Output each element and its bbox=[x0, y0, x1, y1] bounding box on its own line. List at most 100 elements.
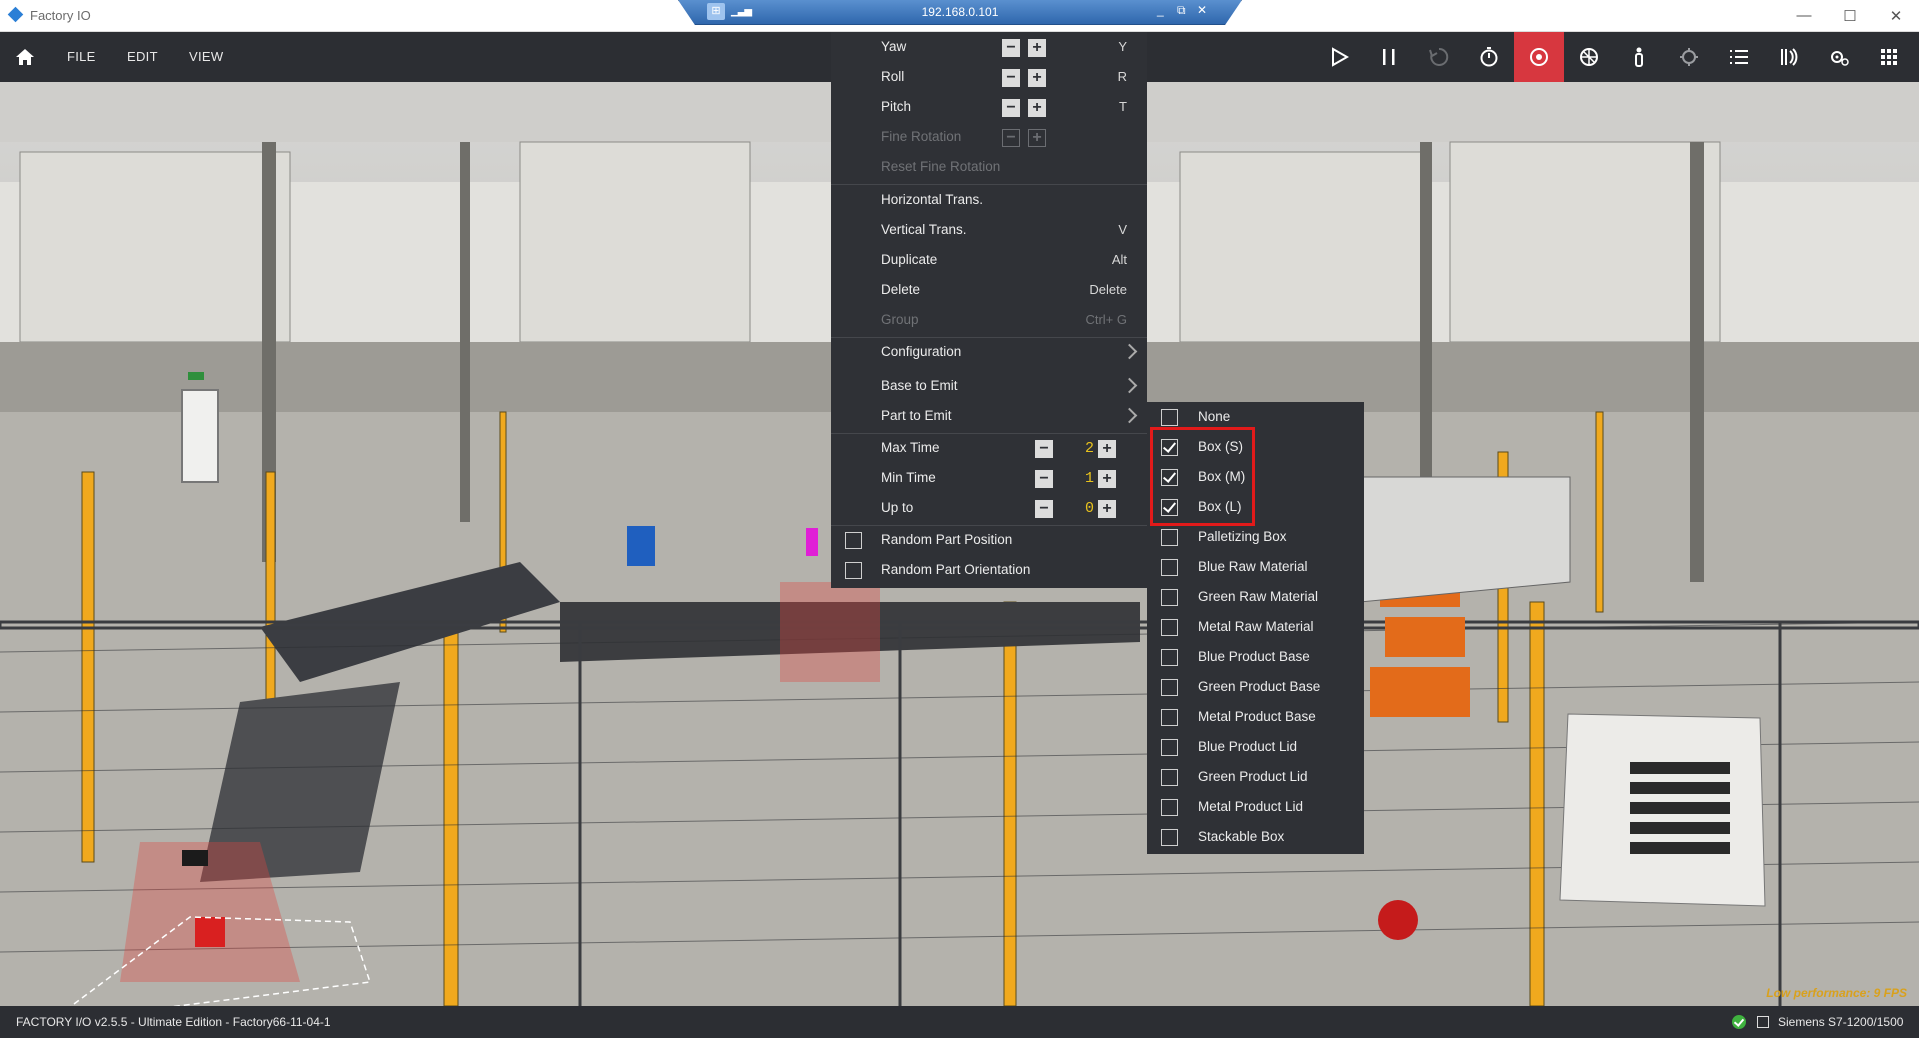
checkbox[interactable] bbox=[1161, 589, 1178, 606]
settings-button[interactable] bbox=[1814, 32, 1864, 82]
menu-base-to-emit[interactable]: Base to Emit bbox=[831, 371, 1147, 401]
window-title: Factory IO bbox=[30, 8, 91, 23]
menu-reset-fine-rotation-label: Reset Fine Rotation bbox=[881, 159, 1001, 174]
menu-horizontal-trans[interactable]: Horizontal Trans. bbox=[831, 185, 1147, 215]
remote-minimize-button[interactable]: _ bbox=[1157, 3, 1164, 17]
part-option-metal-raw-material[interactable]: Metal Raw Material bbox=[1147, 612, 1364, 642]
menu-duplicate-shortcut: Alt bbox=[1111, 252, 1127, 267]
part-option-metal-product-lid[interactable]: Metal Product Lid bbox=[1147, 792, 1364, 822]
play-button[interactable] bbox=[1314, 32, 1364, 82]
window-maximize-button[interactable]: ☐ bbox=[1827, 0, 1873, 31]
max-time-value[interactable]: 2 bbox=[1054, 440, 1098, 458]
reset-button[interactable] bbox=[1414, 32, 1464, 82]
menu-roll-shortcut: R bbox=[1117, 69, 1127, 84]
minus-icon[interactable]: − bbox=[1035, 440, 1053, 458]
part-option-label: Blue Product Lid bbox=[1198, 739, 1298, 754]
list-button[interactable] bbox=[1714, 32, 1764, 82]
first-person-button[interactable] bbox=[1614, 32, 1664, 82]
checkbox[interactable] bbox=[1161, 529, 1178, 546]
menu-duplicate[interactable]: Duplicate Alt bbox=[831, 245, 1147, 275]
part-option-metal-product-base[interactable]: Metal Product Base bbox=[1147, 702, 1364, 732]
checkbox[interactable] bbox=[1161, 799, 1178, 816]
checkbox[interactable] bbox=[1161, 619, 1178, 636]
fly-camera-button[interactable] bbox=[1564, 32, 1614, 82]
remote-session-bar[interactable]: ⊞ ▁▃▅ 192.168.0.101 _ ⧉ ✕ bbox=[678, 0, 1242, 25]
menu-random-part-position[interactable]: Random Part Position bbox=[831, 525, 1147, 555]
part-option-label: Palletizing Box bbox=[1198, 529, 1287, 544]
plc-driver-name[interactable]: Siemens S7-1200/1500 bbox=[1778, 1015, 1903, 1029]
part-option-blue-raw-material[interactable]: Blue Raw Material bbox=[1147, 552, 1364, 582]
checkbox[interactable] bbox=[1161, 679, 1178, 696]
checkbox[interactable] bbox=[1161, 559, 1178, 576]
pause-button[interactable] bbox=[1364, 32, 1414, 82]
menu-delete[interactable]: Delete Delete bbox=[831, 275, 1147, 305]
plus-icon[interactable]: + bbox=[1098, 470, 1116, 488]
part-option-green-raw-material[interactable]: Green Raw Material bbox=[1147, 582, 1364, 612]
part-option-blue-product-lid[interactable]: Blue Product Lid bbox=[1147, 732, 1364, 762]
plus-icon[interactable]: + bbox=[1028, 99, 1046, 117]
sensor-view-button[interactable] bbox=[1664, 32, 1714, 82]
reset-icon bbox=[1429, 47, 1449, 66]
menu-edit[interactable]: EDIT bbox=[127, 49, 158, 64]
plus-icon[interactable]: + bbox=[1098, 500, 1116, 518]
menu-vertical-trans-label: Vertical Trans. bbox=[881, 222, 967, 237]
camera-icon bbox=[1530, 48, 1548, 66]
remote-close-button[interactable]: ✕ bbox=[1197, 3, 1207, 17]
menu-max-time[interactable]: Max Time − 2 + bbox=[831, 433, 1147, 463]
checkbox[interactable] bbox=[1161, 649, 1178, 666]
checkbox[interactable] bbox=[1161, 709, 1178, 726]
minus-icon: − bbox=[1002, 129, 1020, 147]
checkbox[interactable] bbox=[1161, 409, 1178, 426]
random-part-orientation-checkbox[interactable] bbox=[845, 562, 862, 579]
minus-icon[interactable]: − bbox=[1035, 470, 1053, 488]
up-to-value[interactable]: 0 bbox=[1054, 500, 1098, 518]
menu-part-to-emit-label: Part to Emit bbox=[881, 408, 952, 423]
part-option-green-product-lid[interactable]: Green Product Lid bbox=[1147, 762, 1364, 792]
menu-min-time[interactable]: Min Time − 1 + bbox=[831, 463, 1147, 493]
part-option-palletizing-box[interactable]: Palletizing Box bbox=[1147, 522, 1364, 552]
plus-icon: + bbox=[1028, 129, 1046, 147]
part-option-label: Green Product Base bbox=[1198, 679, 1321, 694]
minus-icon[interactable]: − bbox=[1035, 500, 1053, 518]
remote-restore-button[interactable]: ⧉ bbox=[1177, 3, 1186, 18]
menu-pitch[interactable]: Pitch − + T bbox=[831, 92, 1147, 122]
part-option-green-product-base[interactable]: Green Product Base bbox=[1147, 672, 1364, 702]
minus-icon[interactable]: − bbox=[1002, 39, 1020, 57]
menu-roll[interactable]: Roll − + R bbox=[831, 62, 1147, 92]
menu-group-shortcut: Ctrl+ G bbox=[1085, 312, 1127, 327]
part-option-blue-product-base[interactable]: Blue Product Base bbox=[1147, 642, 1364, 672]
min-time-value[interactable]: 1 bbox=[1054, 470, 1098, 488]
menu-yaw[interactable]: Yaw − + Y bbox=[831, 32, 1147, 62]
io-signals-button[interactable] bbox=[1764, 32, 1814, 82]
plus-icon[interactable]: + bbox=[1028, 69, 1046, 87]
part-option-label: Metal Product Base bbox=[1198, 709, 1316, 724]
menu-vertical-trans[interactable]: Vertical Trans. V bbox=[831, 215, 1147, 245]
orbit-camera-button[interactable] bbox=[1514, 32, 1564, 82]
menu-up-to[interactable]: Up to − 0 + bbox=[831, 493, 1147, 523]
home-icon[interactable] bbox=[14, 46, 36, 68]
menu-random-part-orientation[interactable]: Random Part Orientation bbox=[831, 555, 1147, 585]
window-close-button[interactable]: ✕ bbox=[1873, 0, 1919, 31]
plus-icon[interactable]: + bbox=[1098, 440, 1116, 458]
timer-button[interactable] bbox=[1464, 32, 1514, 82]
part-option-label: Green Raw Material bbox=[1198, 589, 1319, 604]
checkbox[interactable] bbox=[1161, 829, 1178, 846]
chevron-right-icon bbox=[1121, 407, 1138, 424]
minus-icon[interactable]: − bbox=[1002, 69, 1020, 87]
menu-configuration[interactable]: Configuration bbox=[831, 337, 1147, 367]
settings-icon bbox=[1831, 51, 1849, 66]
menu-file[interactable]: FILE bbox=[67, 49, 96, 64]
plus-icon[interactable]: + bbox=[1028, 39, 1046, 57]
pause-icon bbox=[1383, 49, 1395, 65]
menu-part-to-emit[interactable]: Part to Emit bbox=[831, 401, 1147, 431]
minus-icon[interactable]: − bbox=[1002, 99, 1020, 117]
checkbox[interactable] bbox=[1161, 739, 1178, 756]
part-option-stackable-box[interactable]: Stackable Box bbox=[1147, 822, 1364, 852]
window-minimize-button[interactable]: — bbox=[1781, 0, 1827, 31]
menu-view[interactable]: VIEW bbox=[189, 49, 223, 64]
checkbox[interactable] bbox=[1161, 769, 1178, 786]
menu-vertical-trans-shortcut: V bbox=[1118, 222, 1127, 237]
grid-button[interactable] bbox=[1864, 32, 1914, 82]
part-option-label: Metal Raw Material bbox=[1198, 619, 1314, 634]
random-part-position-checkbox[interactable] bbox=[845, 532, 862, 549]
